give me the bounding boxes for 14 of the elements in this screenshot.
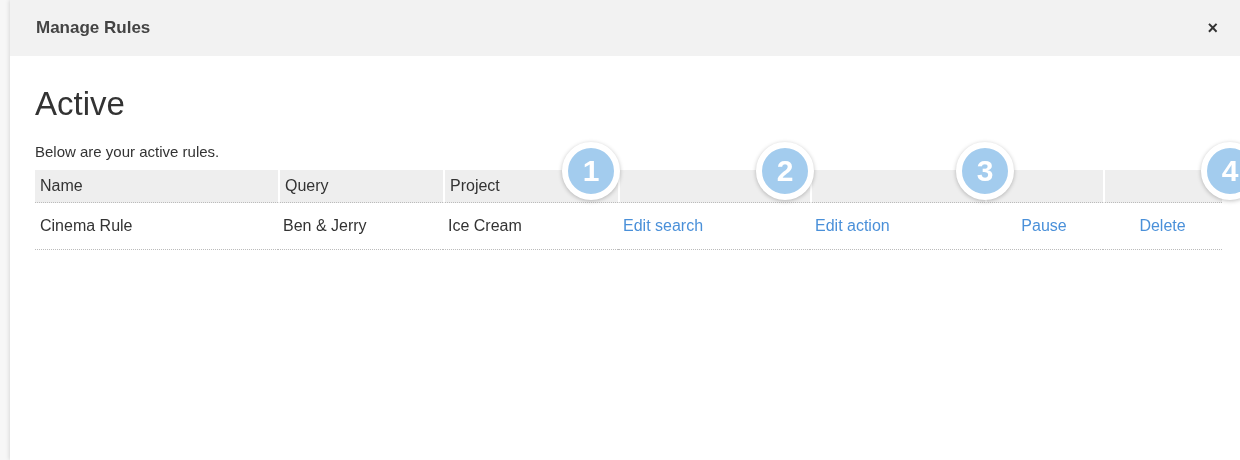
column-header: Query xyxy=(278,170,443,203)
table-cell: Ice Cream xyxy=(443,203,618,250)
description-text: Below are your active rules. xyxy=(35,143,221,160)
close-button[interactable]: × xyxy=(1205,17,1220,39)
callout-badge: 4 xyxy=(1201,142,1240,200)
column-header: Name xyxy=(35,170,278,203)
action-link[interactable]: Edit action xyxy=(815,217,890,234)
table-cell: Cinema Rule xyxy=(35,203,278,250)
action-link[interactable]: Edit search xyxy=(623,217,704,234)
action-link[interactable]: Pause xyxy=(1021,217,1067,234)
table-cell: Ben & Jerry xyxy=(278,203,443,250)
section-heading: Active xyxy=(35,84,126,124)
dialog-title: Manage Rules xyxy=(36,18,151,38)
action-link[interactable]: Delete xyxy=(1139,217,1186,234)
